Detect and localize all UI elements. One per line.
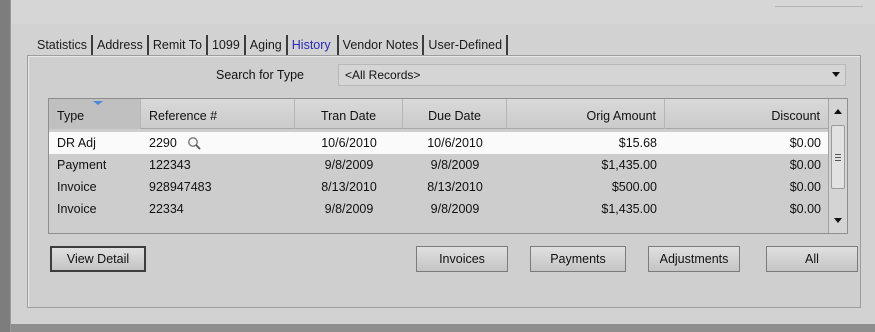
column-header-reference[interactable]: Reference # xyxy=(141,99,295,129)
tab-1099[interactable]: 1099 xyxy=(208,35,246,55)
cell-due-date: 10/6/2010 xyxy=(427,136,483,150)
search-type-select[interactable]: <All Records> xyxy=(338,64,846,86)
tab-statistics[interactable]: Statistics xyxy=(33,35,94,55)
cell-due-date: 8/13/2010 xyxy=(427,180,483,194)
payments-button[interactable]: Payments xyxy=(530,246,626,272)
top-strip xyxy=(11,0,875,24)
cell-reference: 928947483 xyxy=(149,180,212,194)
history-table: Type Reference # Tran Date Due Date Orig… xyxy=(48,98,848,234)
tab-vendor-notes[interactable]: Vendor Notes xyxy=(336,35,425,55)
vendor-window: Statistics Address Remit To 1099 Aging H… xyxy=(10,0,875,332)
tab-user-defined[interactable]: User-Defined xyxy=(424,35,509,55)
bottom-strip xyxy=(11,324,875,332)
cell-tran-date: 10/6/2010 xyxy=(321,136,377,150)
tab-address[interactable]: Address xyxy=(93,35,149,55)
search-type-value: <All Records> xyxy=(345,68,421,82)
cell-due-date: 9/8/2009 xyxy=(430,202,480,216)
cell-orig-amount: $1,435.00 xyxy=(601,158,657,172)
column-header-type[interactable]: Type xyxy=(49,99,141,129)
cell-tran-date: 9/8/2009 xyxy=(324,158,374,172)
scroll-down-icon[interactable] xyxy=(834,218,842,223)
cell-type: Payment xyxy=(57,158,107,172)
all-button[interactable]: All xyxy=(766,246,858,272)
invoices-button[interactable]: Invoices xyxy=(416,246,508,272)
view-detail-button[interactable]: View Detail xyxy=(50,246,146,272)
cell-reference: 22334 xyxy=(149,202,184,216)
cell-orig-amount: $1,435.00 xyxy=(601,202,657,216)
scroll-up-icon[interactable] xyxy=(834,109,842,114)
table-row[interactable]: Payment 122343 9/8/2009 9/8/2009 $1,435.… xyxy=(49,154,829,176)
cell-due-date: 9/8/2009 xyxy=(430,158,480,172)
sort-indicator-icon xyxy=(93,101,103,105)
column-header-due-date[interactable]: Due Date xyxy=(403,99,507,129)
grip-icon xyxy=(835,154,841,155)
cell-type: DR Adj xyxy=(57,136,96,150)
cell-reference: 122343 xyxy=(149,158,191,172)
table-row[interactable]: Invoice 22334 9/8/2009 9/8/2009 $1,435.0… xyxy=(49,198,829,220)
tab-bar: Statistics Address Remit To 1099 Aging H… xyxy=(33,33,509,55)
chevron-down-icon[interactable] xyxy=(832,72,840,77)
history-panel: Search for Type <All Records> Type Refer… xyxy=(27,55,861,308)
column-header-tran-date[interactable]: Tran Date xyxy=(295,99,403,129)
table-header: Type Reference # Tran Date Due Date Orig… xyxy=(49,99,829,129)
column-header-discount[interactable]: Discount xyxy=(665,99,829,129)
cell-discount: $0.00 xyxy=(789,180,821,194)
table-scrollbar[interactable] xyxy=(828,99,847,233)
cell-tran-date: 8/13/2010 xyxy=(321,180,377,194)
cell-orig-amount: $15.68 xyxy=(618,136,657,150)
top-right-field xyxy=(775,6,863,20)
table-row[interactable]: Invoice 928947483 8/13/2010 8/13/2010 $5… xyxy=(49,176,829,198)
magnifier-icon[interactable] xyxy=(187,136,201,150)
cell-reference: 2290 xyxy=(141,132,295,154)
adjustments-button[interactable]: Adjustments xyxy=(648,246,740,272)
cell-type: Invoice xyxy=(57,202,97,216)
cell-tran-date: 9/8/2009 xyxy=(324,202,374,216)
tab-remit-to[interactable]: Remit To xyxy=(149,35,208,55)
cell-discount: $0.00 xyxy=(789,136,821,150)
column-header-orig-amount[interactable]: Orig Amount xyxy=(507,99,665,129)
search-type-label: Search for Type xyxy=(216,68,305,82)
table-row[interactable]: DR Adj 2290 10/6/2010 10/6/2010 $15.68 $… xyxy=(49,132,829,154)
tab-history[interactable]: History xyxy=(288,35,337,55)
cell-orig-amount: $500.00 xyxy=(611,180,657,194)
tab-aging[interactable]: Aging xyxy=(246,35,288,55)
cell-type: Invoice xyxy=(57,180,97,194)
cell-discount: $0.00 xyxy=(789,202,821,216)
cell-discount: $0.00 xyxy=(789,158,821,172)
scroll-thumb[interactable] xyxy=(831,125,845,189)
